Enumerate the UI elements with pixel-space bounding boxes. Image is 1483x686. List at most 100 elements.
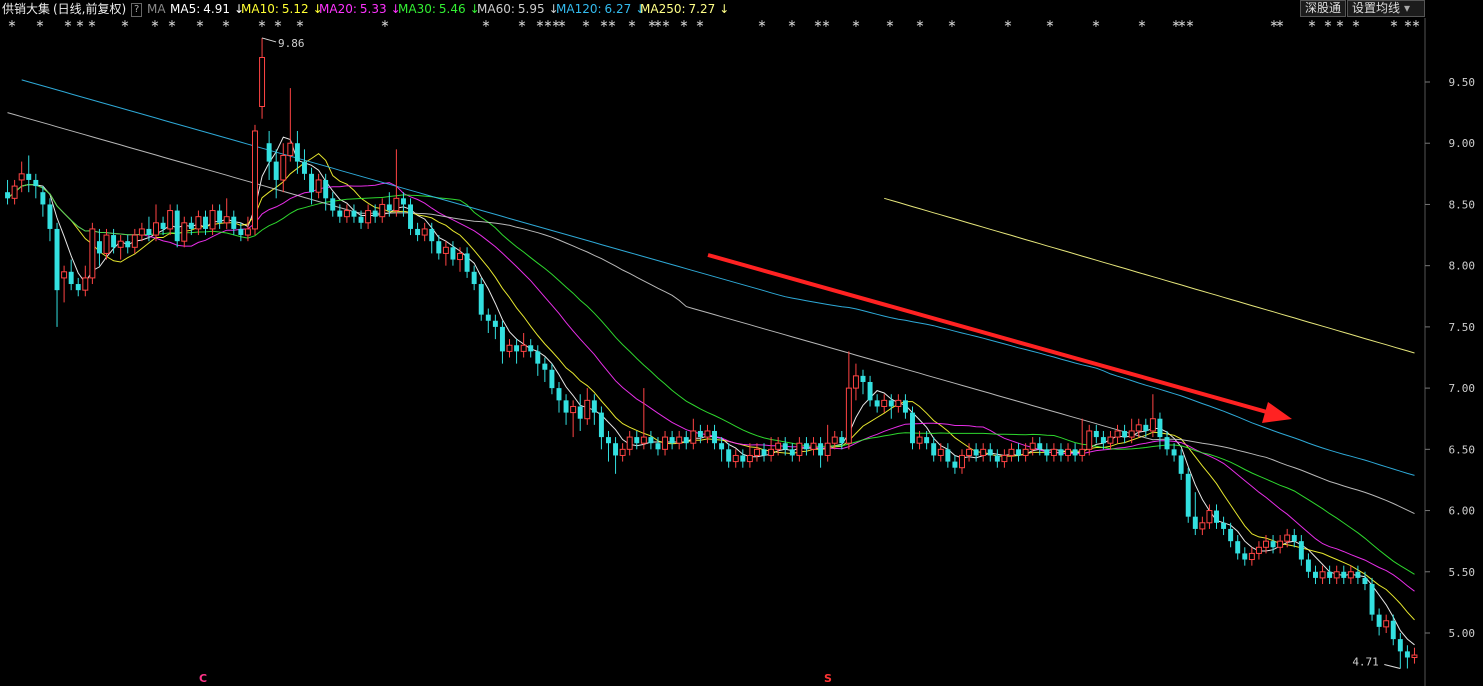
candle-body [351,210,357,217]
candle-body [732,454,739,463]
candle-body [598,412,604,438]
candle-body [429,228,435,242]
candle-body [888,400,894,407]
candle-body [1313,571,1318,578]
candle-body [294,143,300,162]
candle-body [994,455,1000,462]
candle-body [775,442,782,450]
candle-body [881,399,888,407]
candle-body [372,210,378,217]
candle-body [676,436,683,444]
candle-body [1065,448,1072,456]
candle-body [337,210,343,217]
ma-line-30 [7,183,1415,575]
candle-body [1044,449,1050,456]
candle-body [442,246,449,254]
candle-body [669,437,675,444]
candle-body [1008,448,1015,456]
news-star-icon: ∗ [1351,17,1360,30]
news-star-icon: ∗ [481,17,490,30]
candle-body [746,454,753,463]
y-tick-label: 9.50 [1449,76,1476,89]
candle-body [1171,449,1177,456]
candle-body [1100,437,1106,444]
candle-body [436,241,442,254]
news-star-icon: ∗ [87,17,96,30]
candle-body [831,436,838,444]
candle-body [719,443,725,450]
candle-body [959,454,965,469]
low-price-label: 4.71 [1352,656,1379,669]
candle-body [287,142,294,156]
news-star-icon: ∗ [679,17,688,30]
candle-body [634,437,640,444]
candle-body [535,351,541,364]
candle-body [796,442,803,456]
candle-body [895,399,902,407]
news-star-icon: ∗ [627,17,636,30]
high-pointer [261,37,277,43]
candle-body [153,222,159,236]
candle-body [203,216,208,229]
candle-body [1235,541,1241,554]
candle-body [810,442,817,450]
candle-body [1079,448,1086,456]
news-star-icon: ∗ [195,17,204,30]
candle-body [1192,516,1198,529]
candle-body [323,179,329,199]
candle-body [1178,455,1184,474]
news-star-icon: ∗ [1091,17,1100,30]
candle-body [803,443,809,450]
candle-body [117,240,124,248]
y-tick-label: 5.50 [1449,566,1476,579]
candle-body [1107,436,1114,444]
news-star-icon: ∗ [1275,17,1284,30]
candle-body [1319,571,1326,579]
news-star-icon: ∗ [1307,17,1316,30]
event-marker-c: C [199,672,207,685]
candle-body [520,344,527,352]
candle-body [542,363,548,370]
candlestick-chart: 9.86 4.71 C S 9.50 9.00 8.50 8.00 7.50 7.00 6.50 6… [5,17,1476,686]
candle-body [315,179,322,193]
candle-body [1263,540,1269,548]
candle-body [273,161,279,180]
candle-body [393,197,400,212]
candle-body [690,430,697,444]
candle-body [824,442,831,456]
candle-body [223,216,230,224]
candle-body [1164,437,1170,450]
event-marker-s: S [824,672,832,685]
candle-body [1199,522,1206,530]
y-tick-label: 9.00 [1449,137,1476,150]
candle-body [26,173,32,180]
candle-body [973,449,979,456]
candle-body [662,436,669,450]
candle-body [167,210,174,230]
candle-body [471,271,477,285]
candle-body [40,192,46,205]
candle-body [987,449,993,456]
candle-body [131,234,138,248]
news-star-icon: ∗ [75,17,84,30]
candle-body [195,216,202,230]
news-star-icon: ∗ [1137,17,1146,30]
candle-body [1242,553,1248,560]
candle-body [1114,430,1121,438]
candle-body [1037,443,1043,450]
candle-body [1086,430,1093,450]
news-star-icon: ∗ [120,17,129,30]
candle-body [640,436,647,444]
news-star-icon: ∗ [1323,17,1332,30]
news-star-icon: ∗ [150,17,159,30]
candle-body [1277,540,1284,548]
candle-body [1355,571,1361,578]
candle-body [945,449,951,462]
candle-body [1327,571,1333,578]
candle-body [768,448,775,456]
candle-body [209,210,216,230]
y-tick-label: 7.50 [1449,321,1476,334]
candle-body [146,228,152,236]
candle-body [1206,510,1213,524]
candle-body [61,271,68,279]
